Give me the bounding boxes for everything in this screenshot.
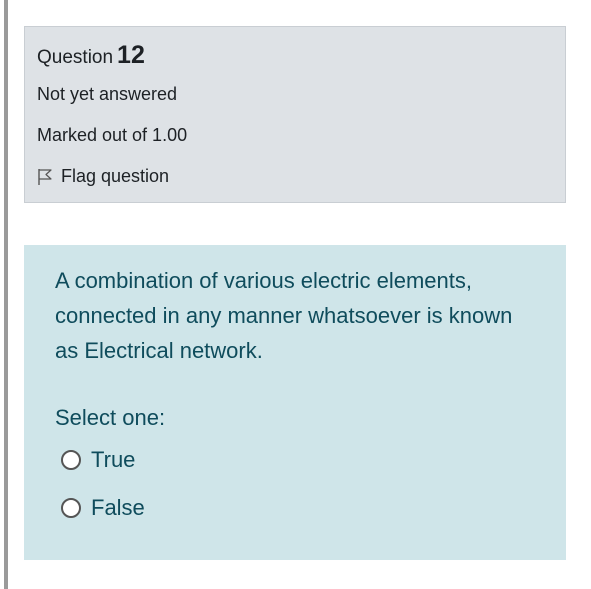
left-border (4, 0, 8, 589)
question-grade: Marked out of 1.00 (37, 125, 188, 145)
question-text: A combination of various electric elemen… (55, 268, 513, 363)
flag-question-link[interactable]: Flag question (37, 166, 169, 187)
question-number: Question 12 (37, 41, 145, 70)
question-info-panel: Question 12 Not yet answered Marked out o… (24, 26, 566, 203)
question-number-value: 12 (117, 41, 145, 69)
radio-button-true[interactable] (61, 450, 81, 470)
question-content-panel: A combination of various electric elemen… (24, 245, 566, 560)
flag-outline-icon (38, 168, 52, 185)
question-label: Question (37, 47, 114, 68)
answer-option-false[interactable]: False (61, 495, 145, 521)
answer-label-false: False (91, 495, 145, 520)
flag-question-label: Flag question (61, 166, 170, 186)
question-state: Not yet answered (37, 84, 178, 104)
radio-button-false[interactable] (61, 498, 81, 518)
answer-option-true[interactable]: True (61, 447, 135, 473)
answer-label-true: True (91, 447, 136, 472)
answer-prompt: Select one: (55, 405, 166, 430)
